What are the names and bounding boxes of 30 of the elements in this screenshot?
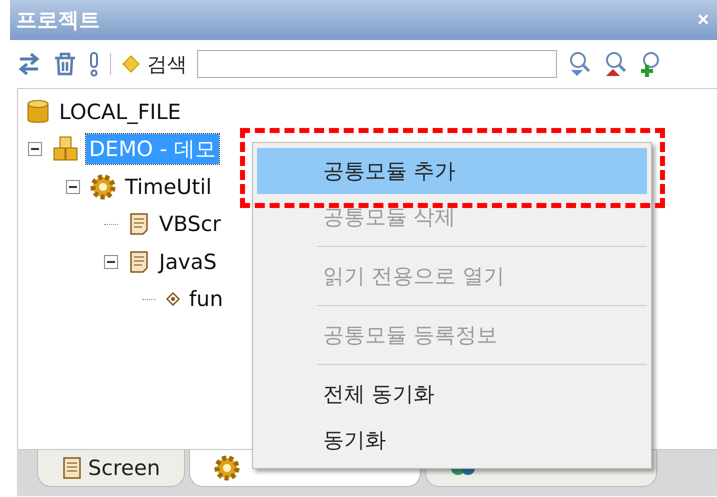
gear-icon	[214, 455, 240, 481]
tree-item[interactable]: TimeUtil	[122, 174, 215, 200]
document-icon	[128, 212, 150, 236]
document-icon	[62, 456, 82, 480]
tree-item[interactable]: fun	[186, 286, 226, 312]
cubes-icon	[52, 136, 80, 162]
menu-item[interactable]: 전체 동기화	[257, 371, 647, 417]
exclamation-icon[interactable]	[88, 51, 100, 77]
document-icon	[128, 250, 150, 274]
tree-item[interactable]: JavaS	[156, 248, 220, 275]
tree-item[interactable]: VBScr	[156, 211, 224, 238]
database-icon	[26, 98, 50, 125]
swap-arrows-icon[interactable]	[16, 51, 42, 77]
search-down-icon[interactable]	[567, 50, 593, 78]
menu-item[interactable]: 동기화	[257, 417, 647, 463]
search-up-icon[interactable]	[603, 50, 629, 78]
collapse-toggle[interactable]	[28, 142, 42, 156]
tab[interactable]: Screen	[37, 450, 186, 487]
tree-item[interactable]: LOCAL_FILE	[56, 98, 184, 125]
search-add-icon[interactable]	[639, 50, 661, 78]
panel-title: 프로젝트	[16, 7, 100, 34]
search-label: 검색	[147, 50, 187, 78]
diamond-icon	[121, 54, 141, 74]
trash-icon[interactable]	[52, 51, 78, 77]
diamond-icon	[166, 292, 180, 306]
search-field[interactable]	[197, 50, 557, 78]
collapse-toggle[interactable]	[104, 254, 118, 269]
gear-icon	[90, 174, 116, 200]
menu-item[interactable]: 공통모듈 추가	[257, 148, 647, 194]
collapse-toggle[interactable]	[66, 180, 80, 194]
